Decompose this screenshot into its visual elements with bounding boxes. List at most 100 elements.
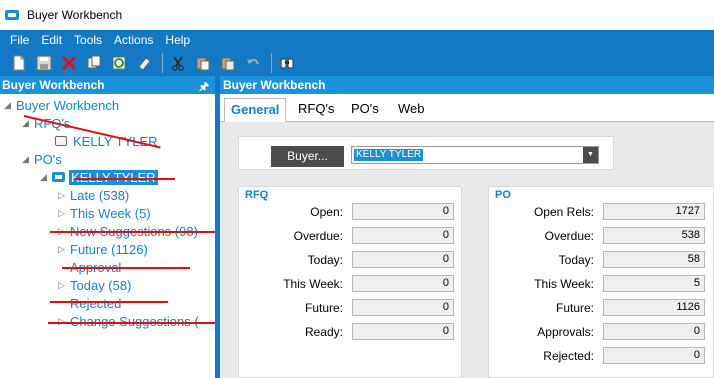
- cut-icon[interactable]: [169, 54, 187, 72]
- title-bar: Buyer Workbench: [0, 0, 714, 30]
- workbench-area: General RFQ's PO's Web Buyer... KELLY TY…: [220, 94, 714, 378]
- left-panel-title: Buyer Workbench: [2, 78, 105, 92]
- tree-node-po-person[interactable]: ◢ KELLY TYLER: [40, 168, 158, 186]
- delete-icon[interactable]: [60, 54, 78, 72]
- rfq-overdue-value: 0: [352, 227, 454, 244]
- tree-label-change-suggestions: Change Suggestions (: [70, 313, 199, 329]
- po-today-value: 58: [603, 251, 705, 268]
- po-this-week-value: 5: [603, 275, 705, 292]
- navigation-tree: ◢ Buyer Workbench ◢ RFQ's KELLY TYLER ◢ …: [0, 94, 215, 378]
- expand-arrow-icon[interactable]: ▷: [58, 190, 70, 201]
- rfq-open-label: Open:: [310, 205, 343, 219]
- toolbar-separator: [162, 52, 163, 73]
- menu-tools[interactable]: Tools: [74, 33, 102, 47]
- paste-special-icon[interactable]: [219, 54, 237, 72]
- buyer-dropdown-value: KELLY TYLER: [354, 149, 424, 161]
- annotation-strike-line: [75, 178, 175, 180]
- new-icon[interactable]: [10, 54, 28, 72]
- tree-node-today[interactable]: ▷ Today (58): [58, 276, 131, 294]
- tree-node-future[interactable]: ▷ Future (1126): [58, 240, 148, 258]
- tree-node-pos[interactable]: ◢ PO's: [22, 150, 62, 168]
- annotation-strike-line: [48, 322, 215, 324]
- rfq-today-value: 0: [352, 251, 454, 268]
- rfq-this-week-value: 0: [352, 275, 454, 292]
- rfq-group-title: RFQ: [245, 189, 269, 201]
- buyer-dropdown[interactable]: KELLY TYLER ▼: [351, 146, 599, 164]
- rfq-overdue-label: Overdue:: [293, 229, 343, 243]
- menu-file[interactable]: File: [10, 33, 29, 47]
- menu-edit[interactable]: Edit: [41, 33, 62, 47]
- tree-node-rejected[interactable]: Rejected: [70, 294, 121, 312]
- paste-icon[interactable]: [194, 54, 212, 72]
- clear-icon[interactable]: [135, 54, 153, 72]
- tree-label-future: Future (1126): [70, 241, 148, 257]
- po-overdue-label: Overdue:: [544, 229, 594, 243]
- collapse-arrow-icon[interactable]: ◢: [4, 100, 16, 111]
- expand-arrow-icon[interactable]: ▷: [58, 244, 70, 255]
- buyer-icon: [55, 136, 67, 146]
- general-tab-content: Buyer... KELLY TYLER ▼ RFQ Open: 0 Overd…: [220, 122, 714, 378]
- rfq-ready-value: 0: [352, 323, 454, 340]
- rfq-future-label: Future:: [304, 301, 343, 315]
- po-open-rels-label: Open Rels:: [533, 205, 594, 219]
- tree-node-root[interactable]: ◢ Buyer Workbench: [4, 96, 119, 114]
- left-panel-header: Buyer Workbench 🖈: [0, 76, 215, 94]
- tree-label-today: Today (58): [70, 277, 132, 293]
- toolbar-separator: [271, 52, 272, 73]
- rfq-this-week-label: This Week:: [283, 277, 343, 291]
- tree-label-late: Late (538): [70, 187, 130, 203]
- po-approvals-value: 0: [603, 323, 705, 340]
- dropdown-arrow-icon[interactable]: ▼: [583, 147, 598, 163]
- annotation-strike-line: [62, 267, 190, 269]
- tree-node-late[interactable]: ▷ Late (538): [58, 186, 129, 204]
- right-panel-title: Buyer Workbench: [223, 78, 326, 92]
- po-group: PO Open Rels: 1727 Overdue: 538 Today: 5…: [488, 186, 714, 378]
- po-approvals-label: Approvals:: [537, 325, 594, 339]
- expand-arrow-icon[interactable]: ▷: [58, 316, 70, 327]
- po-future-label: Future:: [555, 301, 594, 315]
- buyer-selector-box: Buyer... KELLY TYLER ▼: [238, 136, 614, 170]
- tree-label-pos: PO's: [34, 151, 62, 167]
- rfq-ready-label: Ready:: [304, 325, 343, 339]
- rfq-open-value: 0: [352, 203, 454, 220]
- expand-arrow-icon[interactable]: ▷: [58, 208, 70, 219]
- rfq-group: RFQ Open: 0 Overdue: 0 Today: 0 This Wee…: [238, 186, 462, 378]
- menu-bar: File Edit Tools Actions Help: [0, 30, 714, 49]
- collapse-arrow-icon[interactable]: ◢: [22, 154, 34, 165]
- po-today-label: Today:: [558, 253, 594, 267]
- po-open-rels-value: 1727: [603, 203, 705, 220]
- tree-label-root: Buyer Workbench: [16, 97, 120, 113]
- app-icon: [5, 10, 19, 20]
- tree-label-rejected: Rejected: [70, 295, 122, 311]
- tab-strip: General RFQ's PO's Web: [220, 94, 714, 122]
- collapse-arrow-icon[interactable]: ◢: [22, 118, 34, 129]
- po-group-title: PO: [495, 189, 511, 201]
- po-future-value: 1126: [603, 299, 705, 316]
- save-icon[interactable]: [35, 54, 53, 72]
- window-title: Buyer Workbench: [27, 8, 123, 22]
- copy-icon[interactable]: [85, 54, 103, 72]
- menu-help[interactable]: Help: [165, 33, 190, 47]
- tree-node-this-week[interactable]: ▷ This Week (5): [58, 204, 151, 222]
- po-this-week-label: This Week:: [534, 277, 594, 291]
- rfq-future-value: 0: [352, 299, 454, 316]
- refresh-icon[interactable]: [110, 54, 128, 72]
- tab-general[interactable]: General: [224, 98, 287, 122]
- tab-web[interactable]: Web: [392, 98, 431, 122]
- menu-actions[interactable]: Actions: [114, 33, 153, 47]
- rfq-today-label: Today:: [307, 253, 343, 267]
- binoculars-icon[interactable]: [278, 54, 296, 72]
- annotation-strike-line: [50, 301, 168, 303]
- tree-label-po-person: KELLY TYLER: [69, 169, 158, 185]
- po-rejected-value: 0: [603, 347, 705, 364]
- tree-node-change-suggestions[interactable]: ▷ Change Suggestions (: [58, 312, 199, 330]
- expand-arrow-icon[interactable]: ▷: [58, 280, 70, 291]
- toolbar: [0, 49, 714, 76]
- buyer-button[interactable]: Buyer...: [271, 146, 344, 167]
- collapse-arrow-icon[interactable]: ◢: [40, 172, 52, 183]
- po-rejected-label: Rejected:: [543, 349, 594, 363]
- annotation-strike-line: [50, 231, 215, 233]
- tab-pos[interactable]: PO's: [345, 98, 385, 122]
- tab-rfqs[interactable]: RFQ's: [292, 98, 340, 122]
- undo-icon[interactable]: [244, 54, 262, 72]
